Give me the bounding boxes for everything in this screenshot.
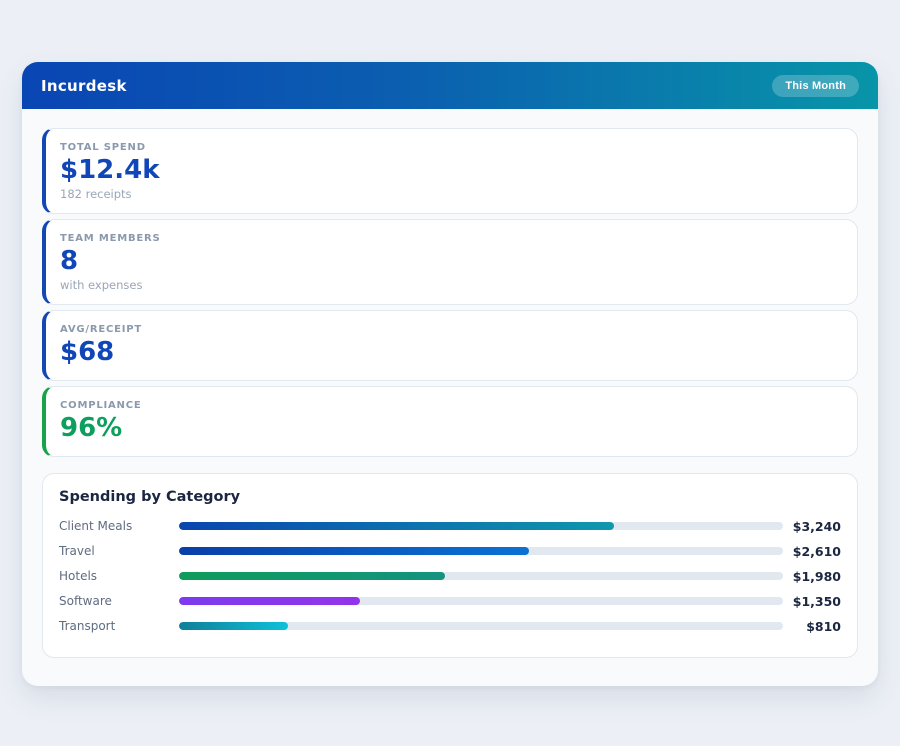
chart-value-label: $1,350 — [792, 593, 841, 609]
page-background: { "header": { "app_title": "Incurdesk", … — [0, 0, 900, 746]
dashboard-body: TOTAL SPEND $12.4k 182 receipts TEAM MEM… — [22, 109, 878, 681]
bar-fill — [179, 547, 530, 556]
stat-card: COMPLIANCE 96% — [42, 385, 858, 457]
bar-fill — [179, 597, 361, 606]
chart-value-label: $1,980 — [792, 568, 841, 584]
chart-category-label: Transport — [59, 619, 116, 634]
stat-label: TEAM MEMBERS — [60, 232, 161, 244]
app-title: Incurdesk — [41, 76, 127, 95]
stat-value: $68 — [60, 336, 115, 367]
chart-row: Travel $2,610 — [59, 539, 841, 564]
chart-category-label: Software — [59, 594, 112, 609]
stat-card: AVG/RECEIPT $68 — [42, 309, 858, 381]
chart-value-label: $2,610 — [792, 543, 841, 559]
bar-fill — [179, 522, 614, 531]
chart-category-label: Hotels — [59, 569, 98, 584]
app-header: Incurdesk This Month — [22, 62, 878, 109]
bar-track — [179, 597, 783, 606]
stat-label: AVG/RECEIPT — [60, 323, 143, 335]
period-badge[interactable]: This Month — [772, 74, 859, 97]
chart-row: Client Meals $3,240 — [59, 514, 841, 539]
chart-title: Spending by Category — [59, 488, 241, 505]
stat-subtitle: 182 receipts — [60, 186, 132, 201]
spending-chart-card: Spending by Category Client Meals $3,240… — [42, 472, 858, 658]
stat-card: TOTAL SPEND $12.4k 182 receipts — [42, 128, 858, 214]
chart-value-label: $3,240 — [792, 518, 841, 534]
chart-row: Transport $810 — [59, 614, 841, 639]
stat-subtitle: with expenses — [60, 277, 143, 292]
chart-category-label: Travel — [59, 544, 95, 559]
chart-rows: Client Meals $3,240 Travel $2,610 Hotels… — [59, 514, 841, 639]
stat-value: $12.4k — [60, 155, 160, 185]
bar-track — [179, 622, 783, 631]
chart-row: Software $1,350 — [59, 589, 841, 614]
bar-track — [179, 522, 783, 531]
chart-row: Hotels $1,980 — [59, 564, 841, 589]
stats-list: TOTAL SPEND $12.4k 182 receipts TEAM MEM… — [42, 128, 858, 457]
bar-track — [179, 547, 783, 556]
bar-fill — [179, 572, 445, 581]
stat-card: TEAM MEMBERS 8 with expenses — [42, 218, 858, 305]
stat-label: COMPLIANCE — [60, 399, 142, 411]
stat-value: 8 — [60, 245, 79, 276]
stat-value: 96% — [60, 412, 123, 443]
bar-track — [179, 572, 783, 581]
stat-label: TOTAL SPEND — [60, 142, 146, 153]
bar-fill — [179, 622, 288, 631]
chart-category-label: Client Meals — [59, 519, 133, 534]
dashboard-card: Incurdesk This Month TOTAL SPEND $12.4k … — [22, 62, 878, 686]
chart-value-label: $810 — [806, 618, 841, 634]
